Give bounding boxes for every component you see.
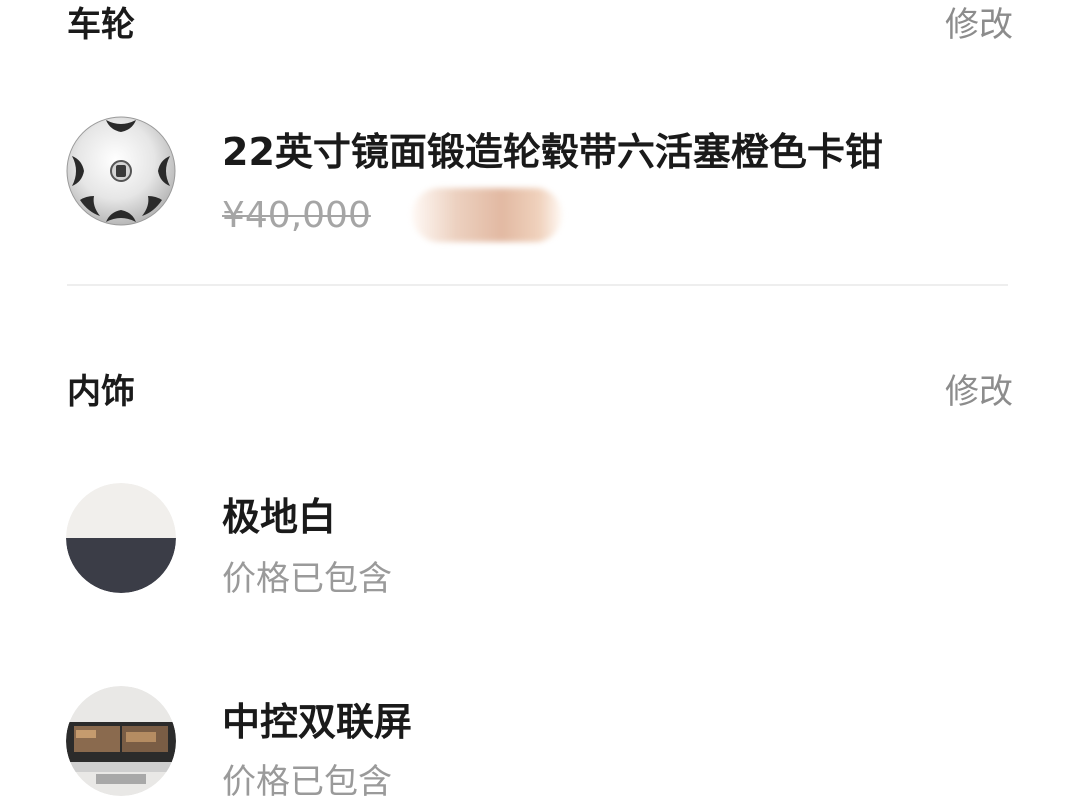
interior-color-swatch	[66, 483, 176, 593]
interior-option-price-note-2: 价格已包含	[222, 762, 392, 802]
interior-option-name-2: 中控双联屏	[222, 700, 413, 744]
blurred-price-redaction	[412, 188, 562, 242]
wheel-option-name: 22英寸镜面锻造轮毂带六活塞橙色卡钳	[222, 130, 883, 174]
color-swatch-icon	[66, 483, 176, 593]
wheel-original-price: ¥40,000	[222, 198, 371, 234]
wheel-rim-icon	[66, 116, 176, 226]
interior-dual-screen-image	[66, 686, 176, 796]
dual-screen-dashboard-icon	[66, 686, 176, 796]
wheels-edit-button[interactable]: 修改	[945, 8, 1013, 42]
interior-option-name-1: 极地白	[222, 495, 337, 539]
section-divider	[67, 284, 1008, 286]
interior-edit-button[interactable]: 修改	[945, 375, 1013, 409]
interior-section-title: 内饰	[67, 372, 135, 412]
wheel-rim-image	[66, 116, 176, 226]
interior-option-price-note-1: 价格已包含	[222, 559, 392, 599]
strikethrough-price: ¥40,000	[222, 195, 371, 236]
wheels-section-title: 车轮	[67, 5, 135, 45]
